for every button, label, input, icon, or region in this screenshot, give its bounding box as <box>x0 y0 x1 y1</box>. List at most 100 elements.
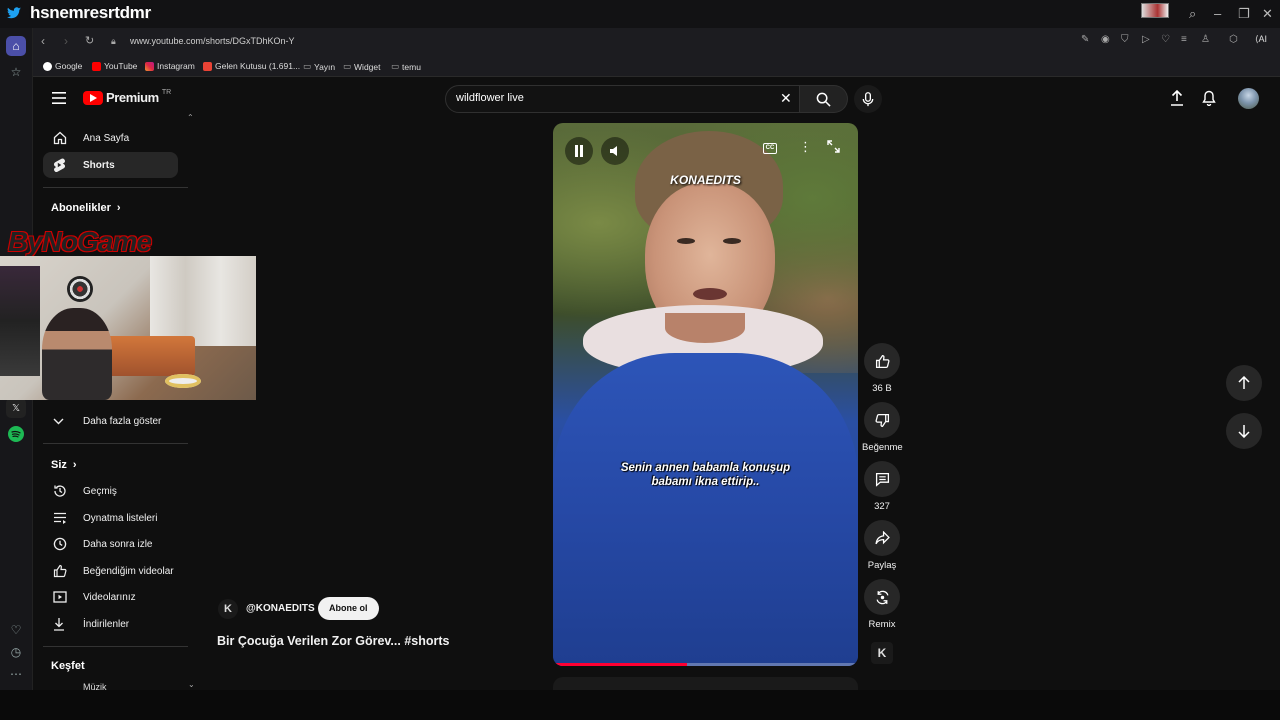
bookmark-instagram[interactable]: Instagram <box>145 61 195 71</box>
history-icon <box>53 484 83 498</box>
sound-source-thumbnail[interactable]: K <box>871 642 893 664</box>
subscribe-button[interactable]: Abone ol <box>318 597 379 620</box>
channel-avatar[interactable]: K <box>218 599 238 619</box>
comment-icon <box>864 461 900 497</box>
search-input[interactable] <box>456 92 756 104</box>
you-heading[interactable]: Siz › <box>51 459 77 471</box>
explore-heading: Keşfet <box>51 660 85 672</box>
sidebar-scroll-down-icon[interactable]: ⌄ <box>188 680 195 689</box>
shorts-video-player[interactable]: CC ⋮ KONAEDITS Senin annen babamla konuş… <box>553 123 858 666</box>
sidebar-item-shorts[interactable]: Shorts <box>43 152 178 178</box>
clock-icon <box>53 537 83 551</box>
google-icon <box>43 61 52 71</box>
next-short-button[interactable] <box>1226 413 1262 449</box>
bookmark-widget[interactable]: ▭ Widget <box>343 61 381 72</box>
edit-icon[interactable]: ✎ <box>1081 34 1089 45</box>
home-icon <box>53 131 83 145</box>
sidebar-item-history[interactable]: Geçmiş <box>43 478 178 504</box>
previous-short-button[interactable] <box>1226 365 1262 401</box>
bookmark-youtube[interactable]: YouTube <box>92 61 137 71</box>
sidebar-item-playlists[interactable]: Oynatma listeleri <box>43 505 178 531</box>
sidebar-scroll-up-icon[interactable]: ⌃ <box>187 113 194 122</box>
minimize-icon[interactable]: – <box>1214 6 1221 21</box>
show-more-button[interactable]: Daha fazla göster <box>43 408 178 434</box>
extension-icon[interactable]: ⬡ <box>1229 34 1238 45</box>
shield-icon[interactable]: ⛉ <box>1121 34 1129 45</box>
shorts-icon <box>53 158 83 172</box>
back-icon[interactable]: ‹ <box>41 34 45 48</box>
bookmark-google[interactable]: Google <box>43 61 82 71</box>
search-icon[interactable]: ⌕ <box>1189 6 1196 22</box>
url-field[interactable]: www.youtube.com/shorts/DGxTDhKOn-Y <box>130 36 295 46</box>
heart-icon[interactable]: ♡ <box>6 620 26 640</box>
video-subtitle: Senin annen babamla konuşup babamı ikna … <box>620 462 791 488</box>
star-icon[interactable]: ☆ <box>6 62 26 82</box>
bookmark-temu[interactable]: ▭ temu <box>391 61 421 72</box>
restore-icon[interactable]: ❐ <box>1238 6 1250 22</box>
sidebar-item-downloads[interactable]: İndirilenler <box>43 611 178 637</box>
like-action[interactable]: 36 B <box>862 343 902 394</box>
youtube-icon <box>92 61 101 71</box>
sidebar-item-home[interactable]: Ana Sayfa <box>43 125 178 151</box>
captions-icon[interactable]: CC <box>763 143 777 154</box>
hamburger-menu-icon[interactable] <box>52 91 68 105</box>
user-icon[interactable]: ♙ <box>1201 34 1210 45</box>
dislike-action[interactable]: Beğenme <box>862 402 903 453</box>
webcam-overlay <box>0 256 256 400</box>
subscriptions-heading[interactable]: Abonelikler › <box>51 202 121 214</box>
search-box[interactable]: ✕ <box>445 85 800 113</box>
close-icon[interactable]: ✕ <box>1262 6 1273 22</box>
sidebar-item-music[interactable]: Müzik <box>83 682 107 690</box>
bookmark-gmail[interactable]: Gelen Kutusu (1.691... <box>203 61 300 71</box>
folder-icon: ▭ <box>303 61 312 71</box>
school-uniform <box>553 353 858 666</box>
short-title[interactable]: Bir Çocuğa Verilen Zor Görev... #shorts <box>217 634 449 648</box>
menu-icon[interactable]: ≡ <box>1181 34 1187 45</box>
upload-icon[interactable] <box>1170 89 1184 111</box>
notifications-icon[interactable] <box>1202 90 1216 111</box>
x-icon[interactable]: 𝕏 <box>6 398 26 418</box>
voice-search-button[interactable] <box>854 85 882 113</box>
account-avatar[interactable] <box>1238 88 1259 109</box>
share-action[interactable]: Paylaş <box>862 520 902 571</box>
heart-icon[interactable]: ♡ <box>1161 34 1170 45</box>
playlist-icon <box>53 512 83 524</box>
remix-action[interactable]: Remix <box>862 579 902 630</box>
sidebar-divider <box>43 443 188 444</box>
chevron-right-icon: › <box>116 202 121 214</box>
bottom-strip <box>0 690 1280 720</box>
video-progress-track[interactable] <box>553 663 858 666</box>
pause-button[interactable] <box>565 137 593 165</box>
folder-icon: ▭ <box>391 61 400 71</box>
sidebar-item-watch-later[interactable]: Daha sonra izle <box>43 531 178 557</box>
clear-search-icon[interactable]: ✕ <box>780 90 792 107</box>
neck <box>665 313 745 343</box>
video-watermark: KONAEDITS <box>670 173 741 187</box>
forward-icon[interactable]: › <box>64 34 68 48</box>
share-icon <box>864 520 900 556</box>
more-icon[interactable]: ⋯ <box>6 664 26 684</box>
gmail-icon <box>203 61 212 71</box>
youtube-logo[interactable]: Premium TR <box>83 89 171 105</box>
chevron-right-icon: › <box>72 459 77 471</box>
search-button[interactable] <box>800 85 848 113</box>
history-icon[interactable]: ◷ <box>6 642 26 662</box>
reload-icon[interactable]: ↻ <box>85 34 94 47</box>
more-options-icon[interactable]: ⋮ <box>799 139 812 155</box>
camera-icon[interactable]: ◉ <box>1101 34 1110 45</box>
home-workspace-icon[interactable]: ⌂ <box>6 36 26 56</box>
play-icon[interactable]: ▷ <box>1142 34 1150 45</box>
volume-icon <box>610 146 617 156</box>
stream-overlay-name: hsnemresrtdmr <box>30 3 151 22</box>
mute-button[interactable] <box>601 137 629 165</box>
sidebar-item-your-videos[interactable]: Videolarınız <box>43 584 178 610</box>
fullscreen-icon[interactable] <box>827 140 840 158</box>
comments-action[interactable]: 327 <box>862 461 902 512</box>
channel-name[interactable]: @KONAEDITS <box>246 603 315 614</box>
instagram-icon <box>145 61 154 71</box>
bookmark-yayin[interactable]: ▭ Yayın <box>303 61 335 72</box>
spotify-icon[interactable] <box>6 424 26 444</box>
ai-icon[interactable]: ⟨AI <box>1255 34 1267 45</box>
sidebar-item-liked-videos[interactable]: Beğendiğim videolar <box>43 558 178 584</box>
like-icon <box>864 343 900 379</box>
